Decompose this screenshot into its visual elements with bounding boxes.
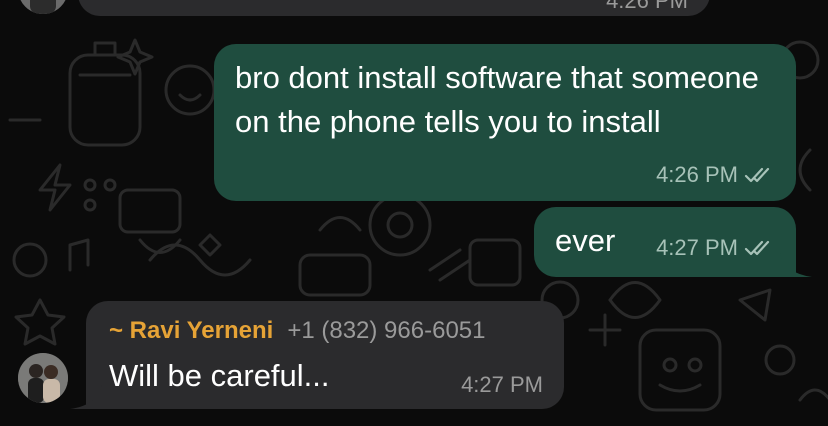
outgoing-message-bubble[interactable]: ever 4:27 PM [534, 207, 796, 277]
bubble-tail [780, 253, 812, 277]
outgoing-message-bubble[interactable]: bro dont install software that someone o… [214, 44, 796, 201]
read-double-check-icon [744, 240, 770, 256]
sender-avatar[interactable] [18, 353, 68, 403]
sender-header: ~ Ravi Yerneni +1 (832) 966-6051 [109, 317, 485, 345]
avatar-photo-icon [18, 353, 68, 403]
sender-name[interactable]: ~ Ravi Yerneni [109, 317, 273, 345]
bubble-tail [70, 385, 102, 409]
message-time: 4:27 PM [461, 372, 543, 397]
message-text: ever [555, 223, 616, 258]
message-time: 4:27 PM [656, 235, 738, 260]
message-text: Will be careful... [109, 358, 330, 393]
previous-message-bubble[interactable]: 4:26 PM [78, 0, 710, 16]
sender-phone[interactable]: +1 (832) 966-6051 [287, 317, 485, 345]
message-meta: 4:27 PM [656, 235, 772, 261]
read-double-check-icon [744, 167, 770, 183]
message-meta: 4:26 PM [656, 162, 772, 188]
message-time: 4:26 PM [606, 0, 688, 13]
message-time: 4:26 PM [656, 162, 738, 187]
incoming-message-bubble[interactable]: ~ Ravi Yerneni +1 (832) 966-6051 Will be… [86, 301, 564, 409]
message-text: bro dont install software that someone o… [235, 60, 759, 139]
